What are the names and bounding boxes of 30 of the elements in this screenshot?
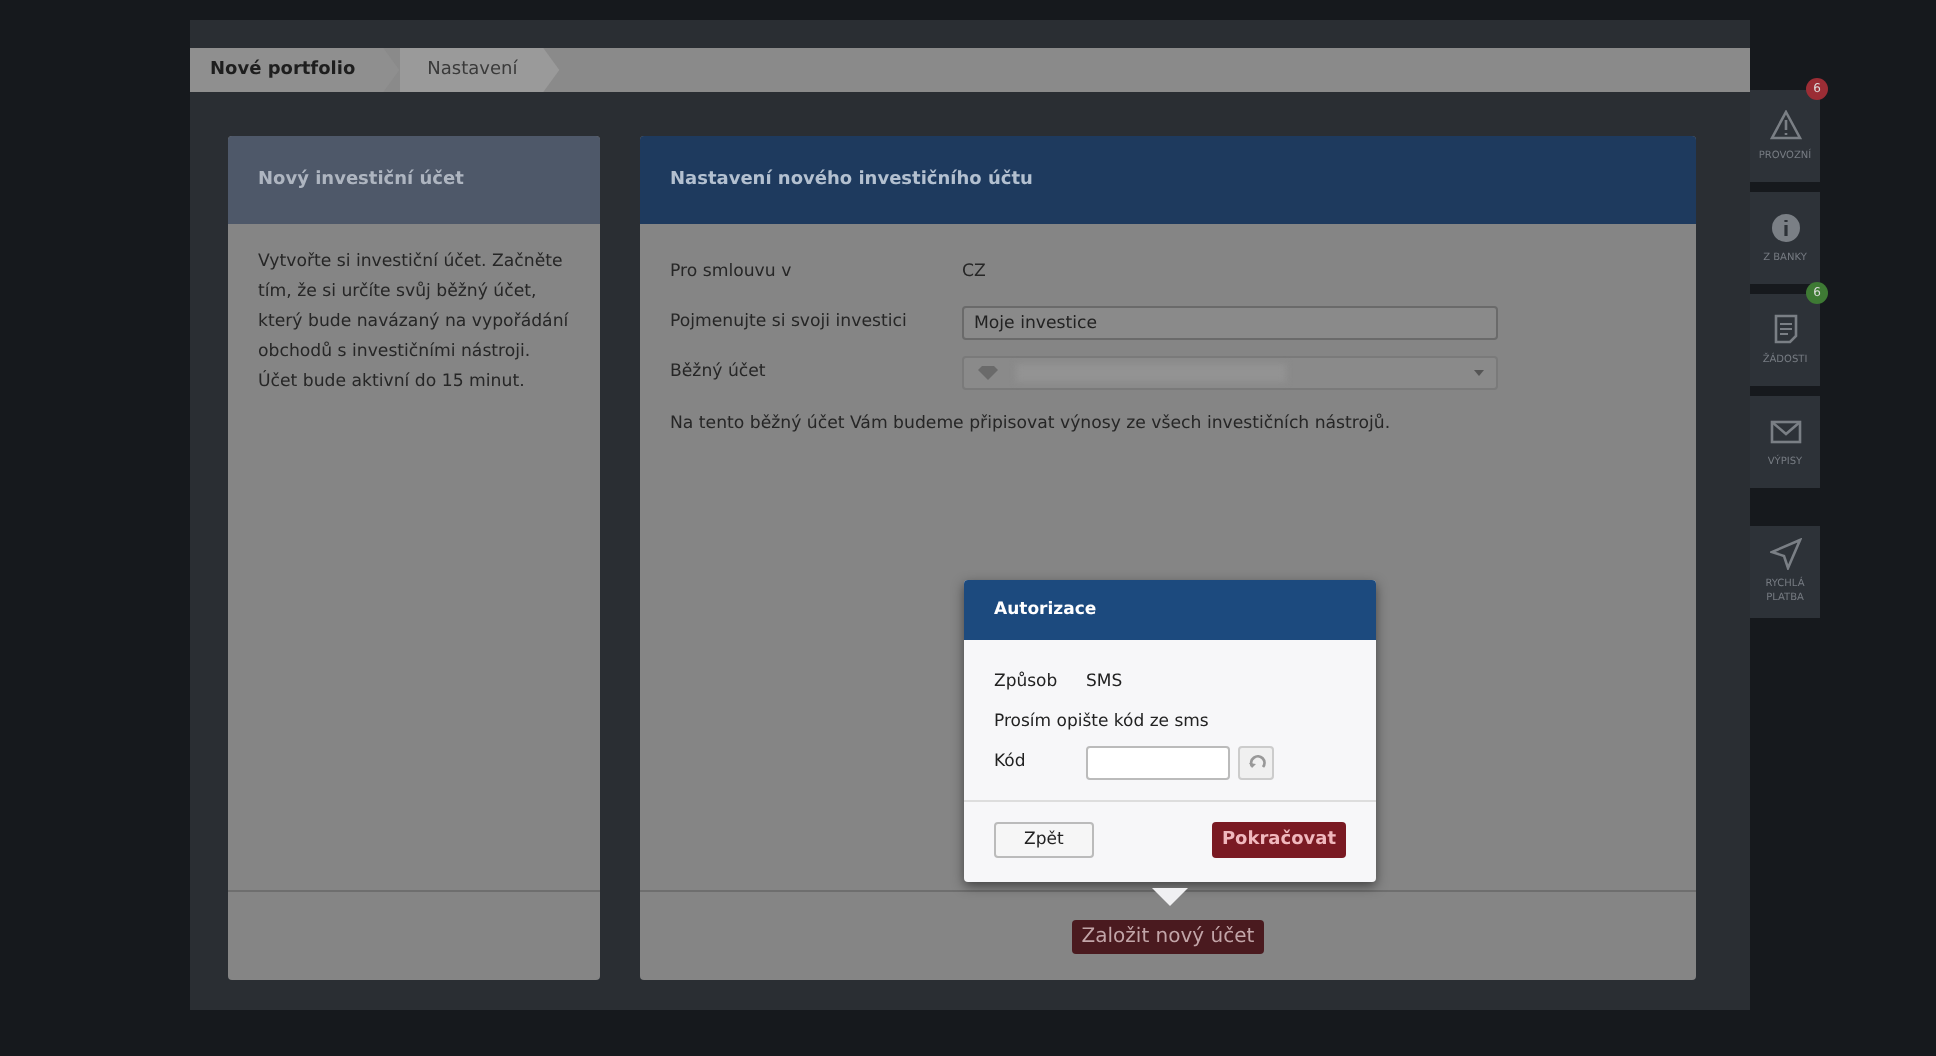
account-dropdown[interactable] bbox=[962, 356, 1498, 390]
caret-icon bbox=[1474, 370, 1484, 376]
paper-plane-icon bbox=[1769, 538, 1801, 570]
gem-icon bbox=[976, 364, 1000, 382]
prompt-text: Prosím opište kód ze sms bbox=[994, 710, 1211, 736]
note-text: Na tento běžný účet Vám budeme připisovat výnosy ze všech investičních nástrojů. bbox=[670, 411, 1393, 438]
method-value: SMS bbox=[1086, 672, 1123, 692]
field-label: Pro smlouvu v bbox=[670, 260, 794, 286]
warning-icon bbox=[1769, 109, 1801, 141]
refresh-button[interactable] bbox=[1238, 745, 1274, 779]
field-value: CZ bbox=[962, 260, 986, 286]
panel-title: Nový investiční účet bbox=[228, 136, 600, 224]
breadcrumb-step[interactable]: Nastavení bbox=[399, 48, 560, 92]
breadcrumb-step[interactable]: Nové portfolio bbox=[190, 48, 400, 92]
info-text: Vytvořte si investiční účet. Začněte tím, že si určíte svůj běžný účet, který bude navázaný na vypořádání obchodů s investičními nástroji. Účet bude aktivní do 15 minut. bbox=[258, 250, 570, 396]
field-label: Běžný účet bbox=[670, 360, 768, 386]
dialog-title: Autorizace bbox=[964, 580, 1376, 640]
method-label: Způsob bbox=[994, 672, 1060, 692]
panel-title: Nastavení nového investičního účtu bbox=[640, 136, 1696, 224]
name-input[interactable]: Moje investice bbox=[962, 306, 1498, 340]
create-account-button[interactable]: Založit nový účet bbox=[1071, 919, 1265, 953]
back-button[interactable]: Zpět bbox=[994, 822, 1094, 858]
continue-button[interactable]: Pokračovat bbox=[1211, 822, 1346, 858]
refresh-icon bbox=[1247, 753, 1265, 771]
document-icon bbox=[1769, 313, 1801, 345]
code-label: Kód bbox=[994, 752, 1028, 772]
info-icon bbox=[1769, 211, 1801, 243]
envelope-icon bbox=[1769, 415, 1801, 447]
code-input[interactable] bbox=[1086, 745, 1230, 779]
field-label: Pojmenujte si svoji investici bbox=[670, 310, 909, 336]
